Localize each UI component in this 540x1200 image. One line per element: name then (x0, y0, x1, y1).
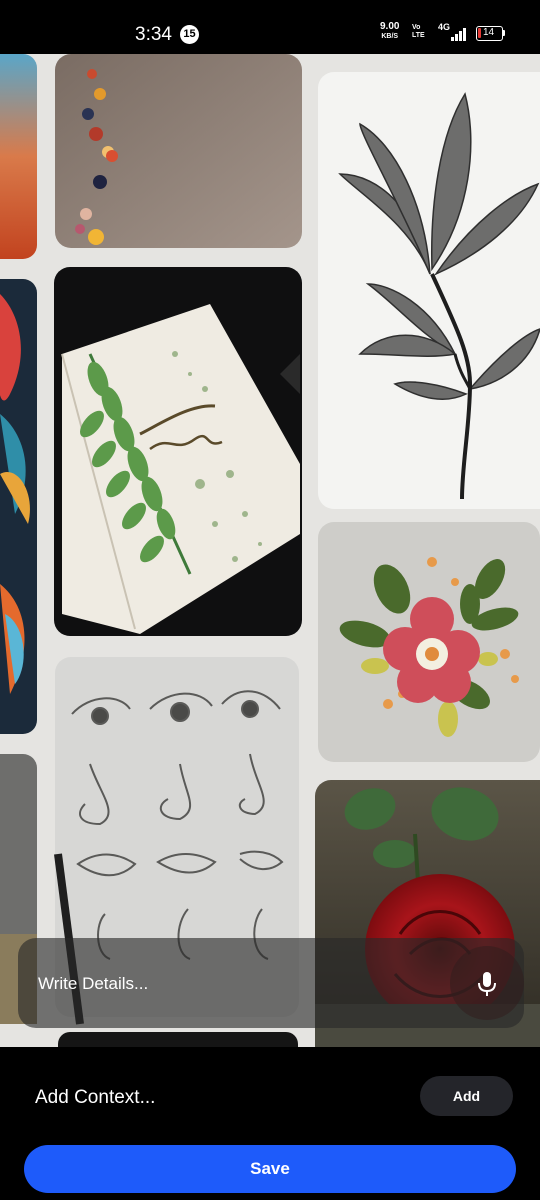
battery-cap (503, 30, 505, 36)
status-time: 3:34 (135, 24, 172, 45)
status-bar: 3:34 15 9.00 KB/S Vo LTE 4G 14 (0, 0, 540, 54)
battery-level: 14 (483, 27, 495, 38)
volte-bottom: LTE (412, 32, 425, 39)
add-context-field[interactable]: Add Context... (35, 1087, 155, 1109)
volte-indicator: Vo LTE (412, 24, 425, 40)
battery-fill (478, 28, 481, 38)
write-details-bar (18, 938, 524, 1028)
microphone-button[interactable] (450, 946, 524, 1020)
network-type: 4G (438, 22, 451, 32)
screen: 3:34 15 9.00 KB/S Vo LTE 4G 14 Write Det… (0, 0, 540, 1200)
write-details-input[interactable] (38, 974, 438, 994)
volte-top: Vo (412, 24, 421, 31)
save-button[interactable]: Save (24, 1145, 516, 1193)
add-context-button[interactable]: Add (420, 1076, 513, 1116)
battery-icon: 14 (476, 26, 503, 41)
pinboard-photo (0, 54, 540, 1047)
network-speed-value: 9.00 (380, 21, 400, 32)
microphone-icon (478, 972, 496, 996)
network-speed-unit: KB/S (381, 33, 399, 40)
bottom-panel: Add Context... Add Save (0, 1047, 540, 1200)
notification-count-badge: 15 (180, 25, 199, 44)
captured-photo (0, 54, 540, 1047)
signal-strength-icon (451, 27, 467, 41)
network-speed: 9.00 KB/S (380, 22, 399, 42)
